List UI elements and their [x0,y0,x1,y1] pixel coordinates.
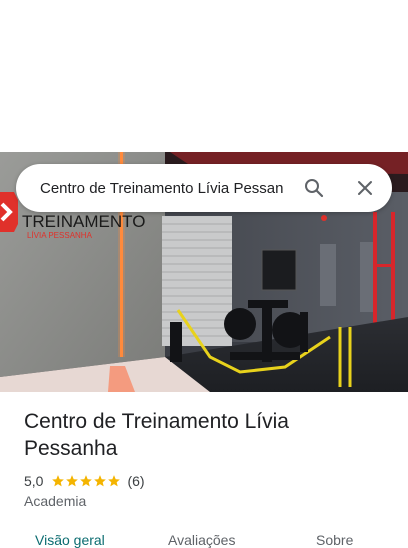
star-icon [66,475,79,487]
star-icon [80,475,93,487]
tab-about[interactable]: Sobre [316,532,353,548]
rating-stars [51,474,121,488]
tab-overview[interactable]: Visão geral [35,532,105,548]
sign-sub-text: LÍVIA PESSANHA [27,231,93,240]
rating-value: 5,0 [24,473,44,489]
star-icon [52,475,65,487]
star-icon [94,475,107,487]
place-tabs: Visão geral Avaliações Sobre [0,528,408,548]
place-category[interactable]: Academia [24,493,86,509]
blank-header-area [0,0,408,152]
close-icon[interactable] [353,176,377,200]
search-input[interactable] [40,176,290,200]
review-count[interactable]: (6) [127,473,144,489]
tab-reviews[interactable]: Avaliações [168,532,235,548]
rating-row[interactable]: 5,0 (6) [24,471,145,491]
sign-main-text: TREINAMENTO [22,212,145,231]
star-icon [108,475,121,487]
search-bar[interactable] [16,164,392,212]
search-icon[interactable] [302,176,326,200]
place-title: Centro de Treinamento Lívia Pessanha [24,410,289,460]
